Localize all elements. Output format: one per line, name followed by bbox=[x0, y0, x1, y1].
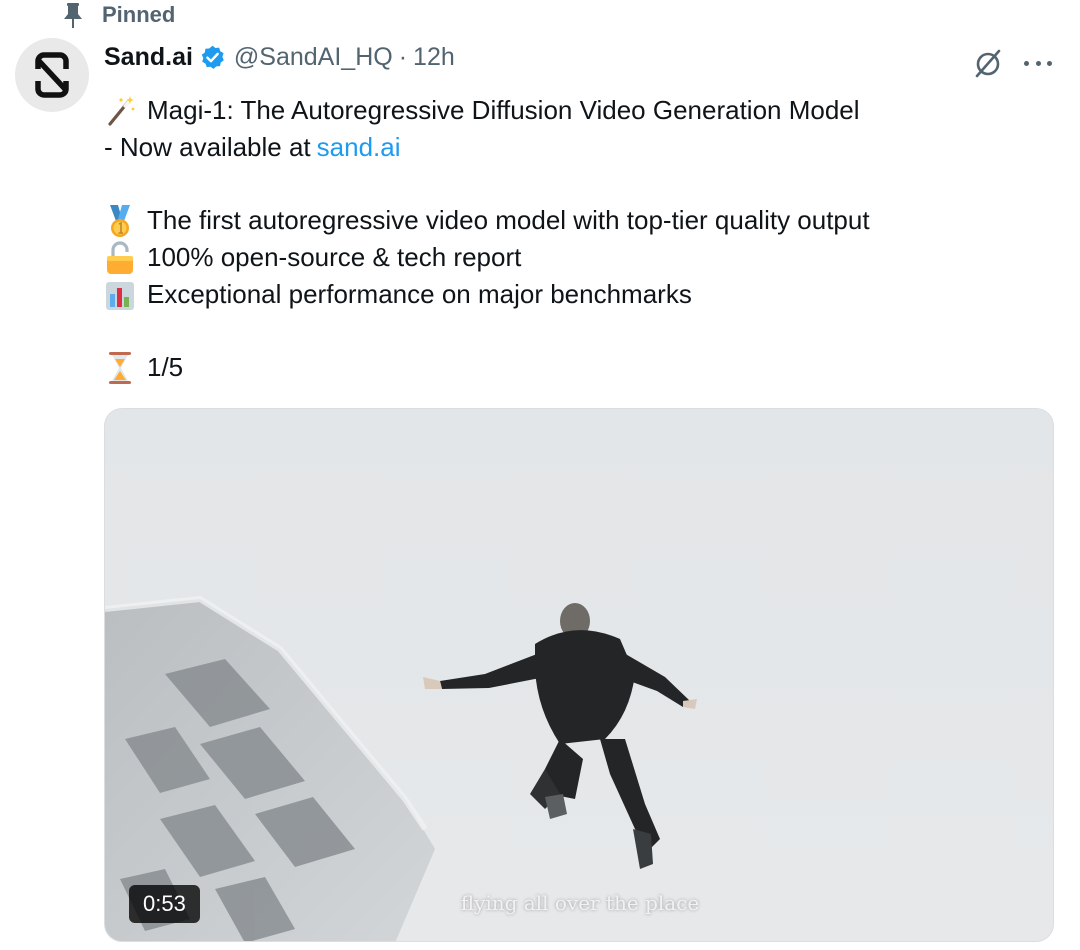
avatar[interactable] bbox=[15, 38, 89, 112]
tweet-timestamp[interactable]: 12h bbox=[413, 43, 455, 72]
bullet-text: The first autoregressive video model wit… bbox=[147, 205, 870, 235]
sand-ai-logo-icon bbox=[35, 52, 69, 98]
availability-line: - Now available at sand.ai bbox=[104, 129, 1064, 166]
bar-chart-icon bbox=[106, 281, 134, 310]
author-display-name[interactable]: Sand.ai bbox=[104, 43, 193, 72]
bullet-item: 100% open-source & tech report bbox=[104, 239, 1064, 276]
medal-icon bbox=[110, 204, 130, 237]
bullet-text: Exceptional performance on major benchma… bbox=[147, 279, 692, 309]
video-caption: flying all over the place bbox=[460, 891, 700, 915]
separator-dot: · bbox=[398, 42, 408, 71]
author-handle[interactable]: @SandAI_HQ bbox=[234, 43, 393, 72]
bullet-text: 100% open-source & tech report bbox=[147, 242, 522, 272]
sand-ai-link[interactable]: sand.ai bbox=[317, 129, 401, 166]
title-line: Magi-1: The Autoregressive Diffusion Vid… bbox=[104, 92, 1064, 129]
thread-counter-line: 1/5 bbox=[104, 349, 1064, 386]
bullet-item: The first autoregressive video model wit… bbox=[104, 202, 1064, 239]
tweet-header: Sand.ai @SandAI_HQ · 12h bbox=[104, 40, 455, 74]
magic-wand-icon bbox=[108, 95, 135, 126]
title-text: Magi-1: The Autoregressive Diffusion Vid… bbox=[147, 95, 860, 125]
video-frame bbox=[105, 409, 1053, 941]
pinned-label: Pinned bbox=[102, 2, 176, 27]
thread-counter: 1/5 bbox=[147, 352, 184, 382]
more-options-icon[interactable] bbox=[1024, 51, 1052, 75]
video-player[interactable]: 0:53 flying all over the place bbox=[104, 408, 1054, 942]
pin-icon bbox=[64, 3, 82, 28]
tweet-text: Magi-1: The Autoregressive Diffusion Vid… bbox=[104, 92, 1064, 386]
pinned-indicator: Pinned bbox=[62, 0, 175, 30]
bullet-item: Exceptional performance on major benchma… bbox=[104, 276, 1064, 313]
availability-prefix: - Now available at bbox=[104, 132, 311, 162]
grok-icon[interactable] bbox=[971, 46, 1005, 80]
hourglass-icon bbox=[109, 351, 131, 384]
open-lock-icon bbox=[107, 240, 133, 274]
verified-badge-icon[interactable] bbox=[199, 44, 226, 71]
